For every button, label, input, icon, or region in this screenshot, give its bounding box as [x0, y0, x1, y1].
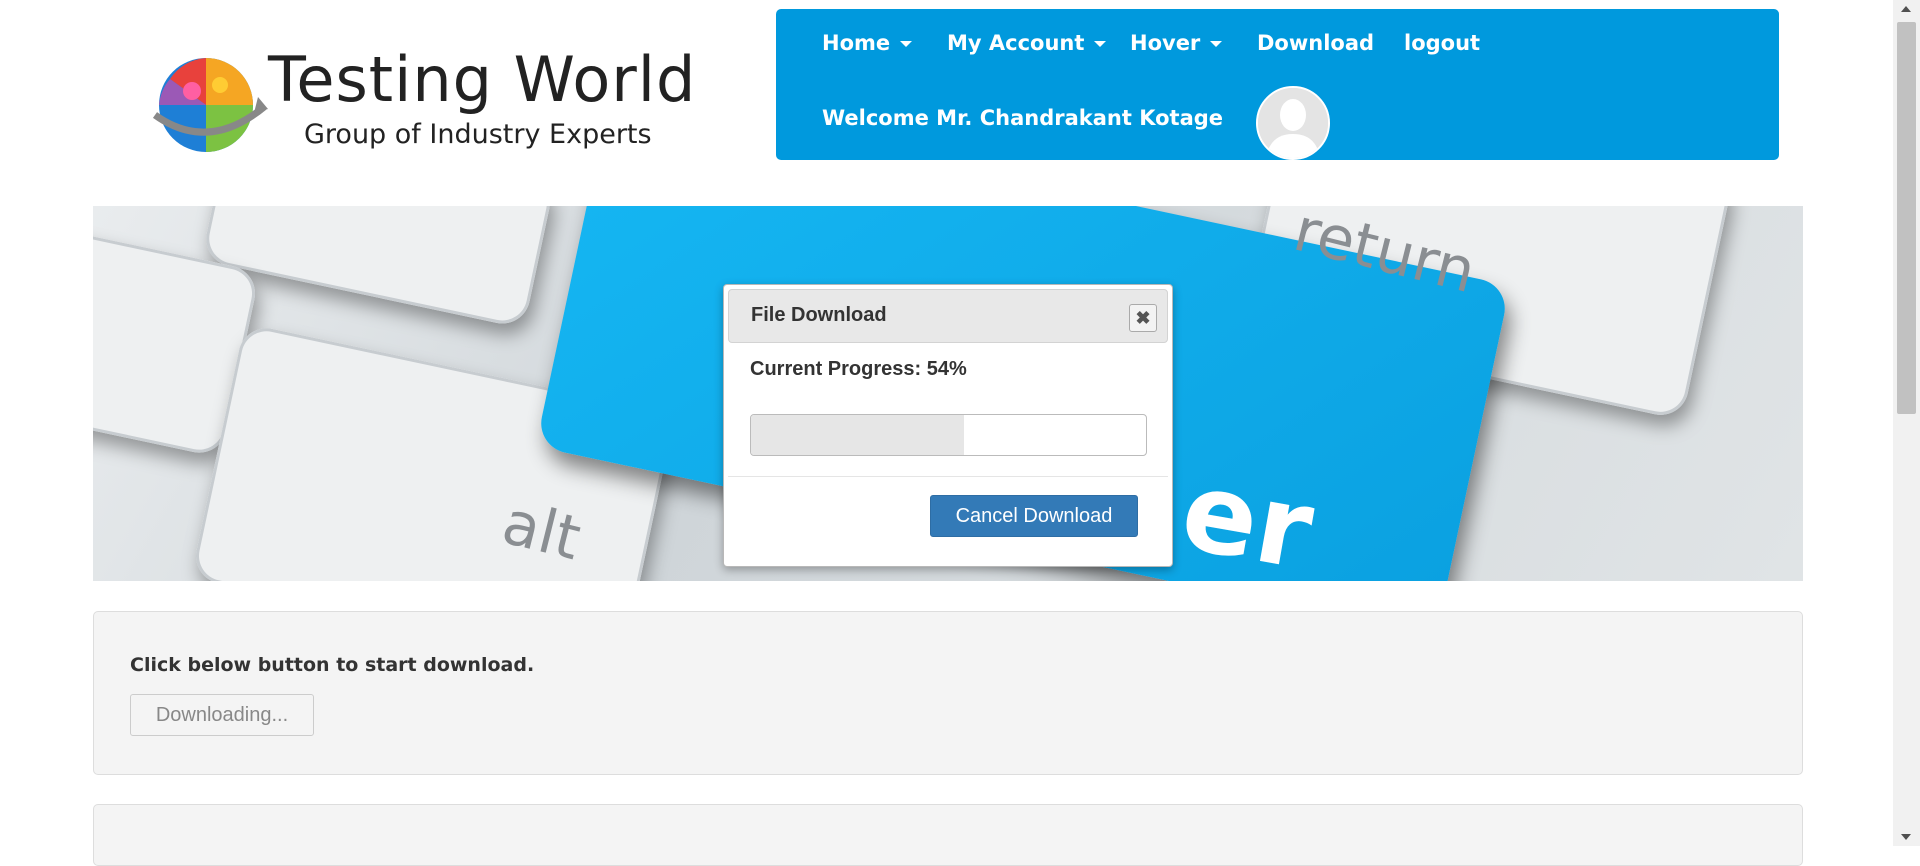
dialog-header[interactable]: File Download ✖	[728, 289, 1168, 343]
dialog-title: File Download	[751, 304, 887, 326]
top-navbar: Home My Account Hover Download logout We…	[776, 9, 1779, 160]
page-scrollbar[interactable]	[1893, 0, 1920, 846]
nav-my-account[interactable]: My Account	[947, 31, 1107, 55]
progress-bar-fill	[751, 415, 965, 455]
caret-down-icon	[1210, 41, 1223, 47]
caret-down-icon	[900, 41, 913, 47]
logo-subtitle: Group of Industry Experts	[304, 119, 652, 150]
nav-home-label: Home	[822, 31, 891, 55]
scroll-thumb[interactable]	[1897, 22, 1916, 414]
logo-title: Testing World	[268, 43, 697, 116]
dialog-divider	[728, 476, 1168, 477]
file-download-dialog: File Download ✖ Current Progress: 54% Ca…	[723, 284, 1173, 567]
keyboard-key	[201, 206, 555, 329]
downloading-button[interactable]: Downloading...	[130, 694, 314, 736]
download-instruction: Click below button to start download.	[130, 654, 535, 676]
nav-logout[interactable]: logout	[1404, 31, 1480, 55]
cancel-download-button[interactable]: Cancel Download	[930, 495, 1138, 537]
nav-home[interactable]: Home	[822, 31, 913, 55]
nav-hover[interactable]: Hover	[1130, 31, 1223, 55]
scroll-down-icon[interactable]	[1901, 834, 1911, 840]
avatar[interactable]	[1256, 86, 1330, 160]
scroll-up-icon[interactable]	[1901, 6, 1911, 12]
nav-download[interactable]: Download	[1257, 31, 1374, 55]
progress-bar	[750, 414, 1147, 456]
close-icon[interactable]: ✖	[1129, 304, 1157, 332]
nav-my-account-label: My Account	[947, 31, 1085, 55]
key-label-enter: er	[1172, 445, 1322, 581]
download-panel: Click below button to start download. Do…	[93, 611, 1803, 775]
nav-hover-label: Hover	[1130, 31, 1201, 55]
globe-logo-icon	[152, 58, 268, 152]
nav-logout-label: logout	[1404, 31, 1481, 55]
nav-download-label: Download	[1257, 31, 1375, 55]
lower-panel	[93, 804, 1803, 866]
user-avatar-icon	[1258, 88, 1328, 158]
site-logo: Testing World Group of Industry Experts	[150, 43, 695, 155]
caret-down-icon	[1094, 41, 1107, 47]
welcome-text: Welcome Mr. Chandrakant Kotage	[822, 106, 1224, 130]
progress-label: Current Progress: 54%	[750, 358, 967, 380]
